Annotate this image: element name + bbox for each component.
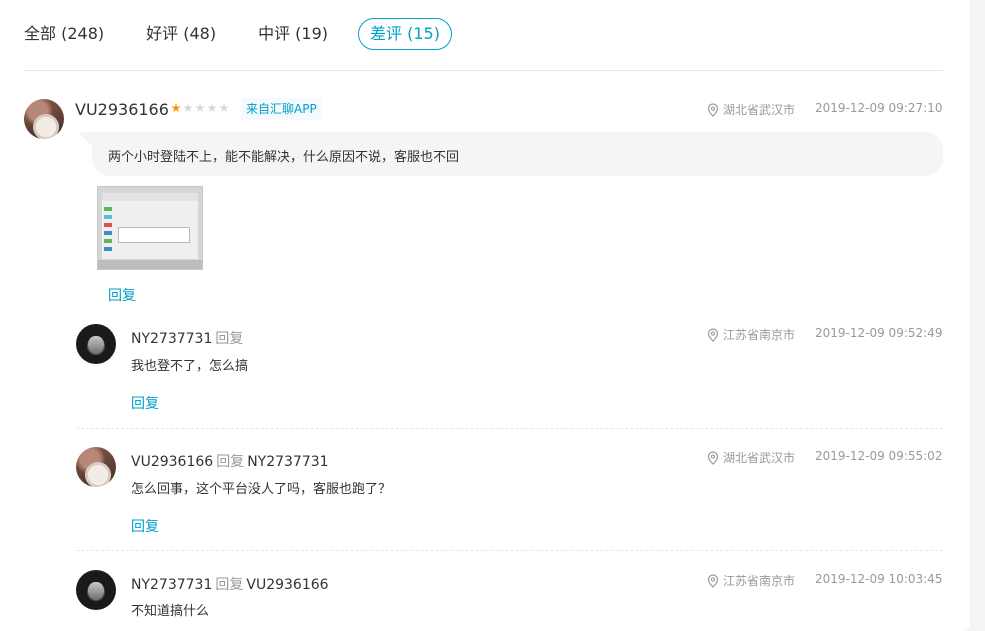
star-rating: ★★★★★ bbox=[170, 101, 230, 115]
star-icon: ★ bbox=[194, 101, 206, 115]
thumbnail-window bbox=[102, 193, 198, 259]
location-pin-icon bbox=[707, 573, 719, 588]
thumbnail-dialog bbox=[118, 227, 190, 243]
reply-text: 怎么回事，这个平台没人了吗，客服也跑了？ bbox=[131, 482, 392, 497]
comment-username[interactable]: VU2936166 bbox=[75, 100, 169, 119]
location-text: 江苏省南京市 bbox=[723, 328, 796, 342]
comment-location: 湖北省武汉市 bbox=[707, 101, 795, 118]
location-text: 江苏省南京市 bbox=[723, 574, 796, 588]
tabs-divider bbox=[24, 70, 943, 71]
reply-username[interactable]: NY2737731 bbox=[131, 331, 212, 347]
star-icon: ★ bbox=[206, 101, 218, 115]
review-filter-tabs: 全部 (248) 好评 (48) 中评 (19) 差评 (15) bbox=[24, 18, 494, 50]
reply-button[interactable]: 回复 bbox=[131, 516, 159, 536]
reply-text: 不知道搞什么 bbox=[131, 604, 210, 619]
reply-username[interactable]: NY2737731 bbox=[131, 577, 212, 593]
comment-time: 2019-12-09 09:27:10 bbox=[815, 101, 943, 115]
tab-neutral[interactable]: 中评 (19) bbox=[258, 18, 328, 50]
star-icon: ★ bbox=[182, 101, 194, 115]
reply-location: 江苏省南京市 bbox=[707, 572, 795, 589]
reply-time: 2019-12-09 09:52:49 bbox=[815, 326, 943, 340]
comment-text: 两个小时登陆不上，能不能解决，什么原因不说，客服也不回 bbox=[108, 150, 460, 165]
source-badge: 来自汇聊APP bbox=[241, 98, 322, 120]
reply-username[interactable]: VU2936166 bbox=[131, 454, 213, 470]
avatar[interactable] bbox=[76, 447, 116, 487]
reply-time: 2019-12-09 10:03:45 bbox=[815, 572, 943, 586]
reply-header: VU2936166 回复 NY2737731 bbox=[131, 451, 329, 471]
reply-header: NY2737731 回复 bbox=[131, 328, 246, 348]
reply-header: NY2737731 回复 VU2936166 bbox=[131, 574, 329, 594]
reply-verb: 回复 bbox=[215, 331, 244, 347]
reply-verb: 回复 bbox=[216, 454, 245, 470]
tab-negative[interactable]: 差评 (15) bbox=[358, 18, 452, 50]
reply-divider bbox=[76, 550, 943, 551]
bubble-tail bbox=[78, 132, 92, 146]
location-pin-icon bbox=[707, 327, 719, 342]
reply-button[interactable]: 回复 bbox=[131, 393, 159, 413]
reply-location: 江苏省南京市 bbox=[707, 326, 795, 343]
avatar[interactable] bbox=[76, 324, 116, 364]
avatar[interactable] bbox=[24, 99, 64, 139]
reply-location: 湖北省武汉市 bbox=[707, 449, 795, 466]
reply-target[interactable]: VU2936166 bbox=[246, 577, 328, 593]
location-pin-icon bbox=[707, 450, 719, 465]
comment-image-thumbnail[interactable] bbox=[97, 186, 203, 270]
reply-verb: 回复 bbox=[215, 577, 244, 593]
reply-divider bbox=[76, 428, 943, 429]
reply-button[interactable]: 回复 bbox=[108, 285, 136, 305]
reply-time: 2019-12-09 09:55:02 bbox=[815, 449, 943, 463]
star-icon: ★ bbox=[170, 101, 182, 115]
star-icon: ★ bbox=[218, 101, 230, 115]
location-pin-icon bbox=[707, 102, 719, 117]
reviews-panel: 全部 (248) 好评 (48) 中评 (19) 差评 (15) VU29361… bbox=[0, 0, 970, 631]
location-text: 湖北省武汉市 bbox=[723, 103, 796, 117]
avatar[interactable] bbox=[76, 570, 116, 610]
tab-positive[interactable]: 好评 (48) bbox=[146, 18, 216, 50]
location-text: 湖北省武汉市 bbox=[723, 451, 796, 465]
tab-all[interactable]: 全部 (248) bbox=[24, 18, 104, 50]
reply-target[interactable]: NY2737731 bbox=[247, 454, 328, 470]
reply-text: 我也登不了，怎么搞 bbox=[131, 359, 249, 374]
